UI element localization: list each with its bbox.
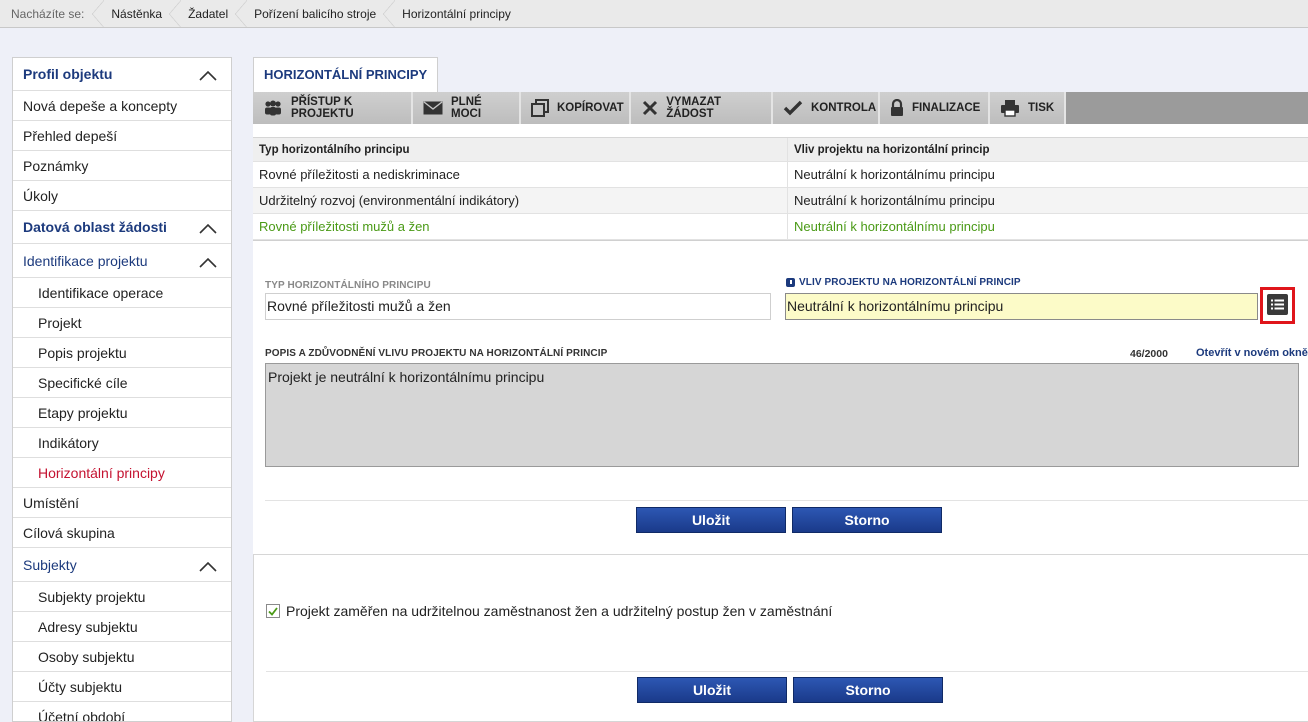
tisk-label: TISK (1028, 102, 1055, 114)
sidebar-item-adresy-subjektu[interactable]: Adresy subjektu (13, 612, 231, 642)
zamestnanost-checkbox-label: Projekt zaměřen na udržitelnou zaměstnan… (286, 603, 833, 619)
table-row[interactable]: Rovné příležitosti a nediskriminace Neut… (253, 162, 1308, 188)
sidebar-item-prehled-depesi[interactable]: Přehled depeší (13, 121, 231, 151)
vliv-label: VLIV PROJEKTU NA HORIZONTÁLNÍ PRINCIP (799, 277, 1021, 288)
sidebar-item-etapy-projektu[interactable]: Etapy projektu (13, 398, 231, 428)
sidebar-item-indikatory[interactable]: Indikátory (13, 428, 231, 458)
printer-icon (1000, 99, 1020, 117)
pristup-label: PŘÍSTUP K PROJEKTU (291, 96, 354, 120)
sidebar-item-umisteni[interactable]: Umístění (13, 488, 231, 518)
sidebar-section-label: Datová oblast žádosti (23, 219, 167, 235)
sidebar-section-datova[interactable]: Datová oblast žádosti (13, 211, 231, 244)
sidebar-item-specificke-cile[interactable]: Specifické cíle (13, 368, 231, 398)
save-button-2[interactable]: Uložit (637, 677, 787, 703)
envelope-icon (423, 99, 443, 117)
table-cell: Neutrální k horizontálnímu principu (794, 219, 995, 234)
sidebar-item-ukoly[interactable]: Úkoly (13, 181, 231, 211)
table-header: Typ horizontálního principu Vliv projekt… (253, 137, 1308, 162)
breadcrumb-item-nastenka[interactable]: Nástěnka (92, 0, 175, 28)
vymazat-zadost-button[interactable]: VYMAZAT ŽÁDOST (631, 92, 773, 124)
table-cell: Neutrální k horizontálnímu principu (794, 193, 995, 208)
typ-label: TYP HORIZONTÁLNÍHO PRINCIPU (265, 280, 431, 291)
sidebar-item-horizontalni-principy[interactable]: Horizontální principy (13, 458, 231, 488)
sidebar-section-label: Identifikace projektu (23, 252, 148, 269)
pristup-k-projektu-button[interactable]: PŘÍSTUP K PROJEKTU (253, 92, 413, 124)
sidebar-item-cilova-skupina[interactable]: Cílová skupina (13, 518, 231, 548)
popis-textarea[interactable]: Projekt je neutrální k horizontálnímu pr… (265, 363, 1299, 467)
vliv-field[interactable]: Neutrální k horizontálnímu principu (785, 293, 1258, 320)
column-header-vliv[interactable]: Vliv projektu na horizontální princip (788, 138, 1308, 161)
list-icon[interactable] (1267, 294, 1288, 315)
popis-label: POPIS A ZDŮVODNĚNÍ VLIVU PROJEKTU NA HOR… (265, 348, 608, 359)
sidebar-item-projekt[interactable]: Projekt (13, 308, 231, 338)
lock-icon (890, 99, 904, 117)
char-counter: 46/2000 (1130, 348, 1168, 360)
plne-moci-label: PLNÉ MOCI (451, 96, 482, 120)
sidebar-section-subjekty[interactable]: Subjekty (13, 548, 231, 582)
cancel-button-2[interactable]: Storno (793, 677, 943, 703)
sidebar-section-label: Subjekty (23, 556, 77, 573)
sidebar-item-subjekty-projektu[interactable]: Subjekty projektu (13, 582, 231, 612)
breadcrumb-item-zadatel[interactable]: Žadatel (169, 0, 241, 28)
kopirovat-label: KOPÍROVAT (557, 102, 624, 114)
required-icon (786, 278, 795, 287)
divider (266, 671, 1308, 672)
sidebar-section-label: Profil objektu (23, 66, 113, 82)
breadcrumb-item-current: Horizontální principy (383, 0, 524, 28)
typ-field[interactable]: Rovné příležitosti mužů a žen (265, 293, 771, 320)
toolbar: PŘÍSTUP K PROJEKTU PLNÉ MOCI KOPÍROVAT V… (253, 92, 1308, 124)
sidebar: Profil objektu Nová depeše a koncepty Př… (12, 57, 232, 722)
zamestnanost-checkbox[interactable] (266, 604, 280, 618)
divider (265, 500, 1308, 501)
close-icon (641, 99, 658, 117)
highlight-box (1260, 287, 1295, 324)
main-panel: HORIZONTÁLNÍ PRINCIPY PŘÍSTUP K PROJEKTU… (253, 57, 1308, 722)
sidebar-item-nova-depese[interactable]: Nová depeše a koncepty (13, 91, 231, 121)
sidebar-section-profil[interactable]: Profil objektu (13, 58, 231, 91)
tab-strip: HORIZONTÁLNÍ PRINCIPY (253, 57, 1308, 93)
vymazat-label: VYMAZAT ŽÁDOST (666, 96, 721, 120)
table-cell: Rovné příležitosti a nediskriminace (253, 162, 788, 187)
column-header-typ[interactable]: Typ horizontálního principu (253, 138, 788, 161)
kontrola-button[interactable]: KONTROLA (773, 92, 880, 124)
table-cell: Rovné příležitosti mužů a žen (253, 214, 788, 239)
kontrola-label: KONTROLA (811, 102, 877, 114)
copy-icon (531, 99, 549, 117)
tisk-button[interactable]: TISK (990, 92, 1066, 124)
save-button[interactable]: Uložit (636, 507, 786, 533)
breadcrumb-item-project[interactable]: Pořízení balicího stroje (235, 0, 389, 28)
chevron-up-icon[interactable] (199, 224, 217, 238)
table-cell: Neutrální k horizontálnímu principu (794, 167, 995, 182)
tab-horizontalni-principy[interactable]: HORIZONTÁLNÍ PRINCIPY (253, 57, 439, 93)
chevron-up-icon[interactable] (199, 561, 217, 576)
table-row-selected[interactable]: Rovné příležitosti mužů a žen Neutrální … (253, 214, 1308, 240)
sidebar-section-identifikace[interactable]: Identifikace projektu (13, 244, 231, 278)
breadcrumb-label: Nacházíte se: (11, 6, 85, 21)
kopirovat-button[interactable]: KOPÍROVAT (521, 92, 631, 124)
chevron-up-icon[interactable] (199, 257, 217, 272)
chevron-up-icon[interactable] (199, 71, 217, 85)
sidebar-item-ucetni-obdobi[interactable]: Účetní období (13, 702, 231, 722)
sidebar-item-osoby-subjektu[interactable]: Osoby subjektu (13, 642, 231, 672)
principles-table: Typ horizontálního principu Vliv projekt… (253, 137, 1308, 240)
plne-moci-button[interactable]: PLNÉ MOCI (413, 92, 521, 124)
sidebar-item-identifikace-operace[interactable]: Identifikace operace (13, 278, 231, 308)
finalizace-label: FINALIZACE (912, 102, 981, 114)
table-divider (253, 240, 1308, 241)
table-row[interactable]: Udržitelný rozvoj (environmentální indik… (253, 188, 1308, 214)
breadcrumb: Nacházíte se: Nástěnka Žadatel Pořízení … (0, 0, 1308, 28)
sidebar-item-ucty-subjektu[interactable]: Účty subjektu (13, 672, 231, 702)
sidebar-item-popis-projektu[interactable]: Popis projektu (13, 338, 231, 368)
table-cell: Udržitelný rozvoj (environmentální indik… (253, 188, 788, 213)
open-new-window-link[interactable]: Otevřít v novém okně (1196, 347, 1308, 359)
users-icon (263, 99, 283, 117)
finalizace-button[interactable]: FINALIZACE (880, 92, 990, 124)
cancel-button[interactable]: Storno (792, 507, 942, 533)
sidebar-item-poznamky[interactable]: Poznámky (13, 151, 231, 181)
vliv-label-wrap: VLIV PROJEKTU NA HORIZONTÁLNÍ PRINCIP (786, 277, 1021, 288)
checkmark-icon (783, 99, 803, 117)
zamestnanost-panel: Projekt zaměřen na udržitelnou zaměstnan… (253, 554, 1308, 722)
